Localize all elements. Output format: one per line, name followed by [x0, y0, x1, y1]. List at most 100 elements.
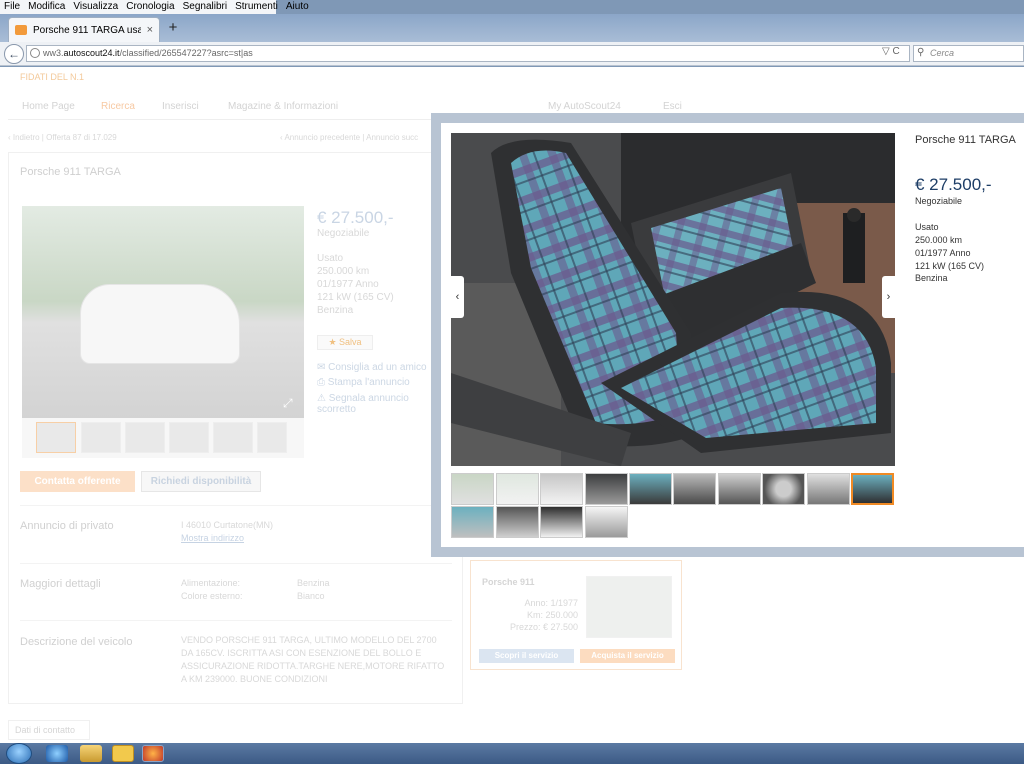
spec-mileage: 250.000 km [317, 266, 370, 277]
url-domain: autoscout24.it [63, 48, 120, 58]
lightbox-thumbnail[interactable] [496, 506, 539, 538]
lightbox-thumbnail[interactable] [673, 473, 716, 505]
promo-car-image [586, 576, 672, 638]
search-input[interactable]: Cerca [913, 45, 1024, 62]
thumbnail[interactable] [169, 422, 209, 453]
expand-icon[interactable]: ⤢ [283, 396, 297, 410]
divider [20, 620, 452, 621]
prev-next-links[interactable]: ‹ Annuncio precedente | Annuncio succ [280, 133, 418, 142]
lightbox-thumbnail-selected[interactable] [851, 473, 894, 505]
lightbox-title: Porsche 911 TARGA [915, 134, 1016, 146]
lightbox-thumbnail[interactable] [540, 473, 583, 505]
menu-aiuto[interactable]: Aiuto [286, 0, 309, 14]
lightbox-thumbnail[interactable] [451, 473, 494, 505]
show-address-link[interactable]: Mostra indirizzo [181, 533, 244, 543]
menu-segnalibri[interactable]: Segnalibri [183, 0, 227, 14]
url-prefix: ww3. [43, 48, 64, 58]
lightbox-thumbnail[interactable] [718, 473, 761, 505]
color-label: Colore esterno: [181, 591, 243, 601]
lightbox-thumbnail[interactable] [451, 506, 494, 538]
autoscout-favicon-icon [15, 25, 27, 35]
spec-fuel: Benzina [317, 305, 354, 316]
lightbox-spec-condition: Usato [915, 222, 939, 232]
color-value: Bianco [297, 591, 325, 601]
description-text: VENDO PORSCHE 911 TARGA, ULTIMO MODELLO … [181, 635, 445, 684]
print-link[interactable]: ⎙ Stampa l'annuncio [317, 377, 410, 388]
brand-tagline: FIDATI DEL N.1 [20, 72, 85, 82]
save-button[interactable]: ★ Salva [317, 335, 373, 350]
lightbox-thumbnail[interactable] [629, 473, 672, 505]
new-tab-button[interactable]: + [164, 18, 182, 38]
recommend-label: Consiglia ad un amico [328, 362, 427, 373]
menu-bar: File Modifica Visualizza Cronologia Segn… [0, 0, 309, 14]
fuel-label: Alimentazione: [181, 578, 241, 588]
back-button[interactable]: ← [4, 44, 24, 64]
buy-service-button[interactable]: Acquista il servizio [580, 649, 675, 663]
browser-tab[interactable]: Porsche 911 TARGA usata, ... × [8, 17, 160, 42]
contact-data-tab[interactable]: Dati di contatto [8, 720, 90, 740]
firefox-icon[interactable] [142, 745, 164, 762]
request-availability-button[interactable]: Richiedi disponibilità [141, 471, 261, 492]
listing-title: Porsche 911 TARGA [20, 166, 121, 178]
location: I 46010 Curtatone(MN) [181, 520, 274, 530]
nav-esci[interactable]: Esci [663, 101, 682, 112]
breadcrumb[interactable]: ‹ Indietro | Offerta 87 di 17.029 [8, 133, 117, 142]
lightbox-thumbnail[interactable] [585, 473, 628, 505]
lightbox-thumbnail[interactable] [762, 473, 805, 505]
nav-magazine[interactable]: Magazine & Informazioni [228, 101, 338, 112]
menu-strumenti[interactable]: Strumenti [235, 0, 278, 14]
lightbox-negotiable: Negoziabile [915, 196, 963, 206]
lightbox-spec-fuel: Benzina [915, 273, 948, 283]
start-button[interactable] [6, 743, 32, 764]
fuel-value: Benzina [297, 578, 330, 588]
lightbox-thumbnail[interactable] [807, 473, 850, 505]
lightbox-thumbnail[interactable] [540, 506, 583, 538]
spec-condition: Usato [317, 253, 344, 264]
spec-year: 01/1977 Anno [317, 279, 379, 290]
divider [20, 563, 452, 564]
nav-my-autoscout[interactable]: My AutoScout24 [548, 101, 621, 112]
file-explorer-icon[interactable] [80, 745, 102, 762]
previous-photo-button[interactable]: ‹ [451, 276, 464, 318]
menu-visualizza[interactable]: Visualizza [73, 0, 118, 14]
car-image [80, 284, 240, 364]
contact-seller-button[interactable]: Contatta offerente [20, 471, 135, 492]
spec-power: 121 kW (165 CV) [317, 292, 394, 303]
large-photo-seats[interactable] [451, 133, 895, 466]
thumbnail[interactable] [125, 422, 165, 453]
tab-close-icon[interactable]: × [147, 24, 153, 36]
menu-cronologia[interactable]: Cronologia [126, 0, 174, 14]
thumbnail[interactable] [257, 422, 287, 453]
lightbox-price: € 27.500,- [915, 175, 992, 194]
thumbnail[interactable] [81, 422, 121, 453]
nav-inserisci[interactable]: Inserisci [162, 101, 199, 112]
outlook-icon[interactable] [112, 745, 134, 762]
search-icon: ⚲ [917, 47, 925, 58]
report-link[interactable]: ⚠ Segnala annuncio scorretto [317, 393, 427, 415]
url-path: /classified/265547227?asrc=st|as [119, 48, 253, 58]
internet-explorer-icon[interactable] [46, 745, 68, 762]
lightbox-thumbnail[interactable] [496, 473, 539, 505]
lightbox-spec-power: 121 kW (165 CV) [915, 261, 985, 271]
lightbox-thumbnail[interactable] [585, 506, 628, 538]
more-details-label: Maggiori dettagli [20, 578, 101, 590]
seat-illustration [451, 133, 895, 466]
print-label: Stampa l'annuncio [327, 377, 410, 388]
recommend-link[interactable]: ✉ Consiglia ad un amico [317, 362, 427, 373]
nav-ricerca[interactable]: Ricerca [101, 101, 135, 112]
promo-km: Km: 250.000 [526, 610, 578, 620]
url-actions-icons[interactable]: ▽ C [882, 46, 900, 57]
description-label: Descrizione del veicolo [20, 636, 133, 648]
url-bar[interactable]: ww3.autoscout24.it/classified/265547227?… [26, 45, 910, 62]
next-photo-button[interactable]: › [882, 276, 895, 318]
nav-home[interactable]: Home Page [22, 101, 75, 112]
promo-year: Anno: 1/1977 [524, 598, 578, 608]
menu-modifica[interactable]: Modifica [28, 0, 65, 14]
menu-file[interactable]: File [4, 0, 20, 14]
thumbnail[interactable] [36, 422, 76, 453]
lightbox-spec-mileage: 250.000 km [915, 235, 963, 245]
promo-price: Prezzo: € 27.500 [509, 622, 578, 632]
thumbnail[interactable] [213, 422, 253, 453]
listing-price: € 27.500,- [317, 208, 394, 227]
discover-service-button[interactable]: Scopri il servizio [479, 649, 574, 663]
